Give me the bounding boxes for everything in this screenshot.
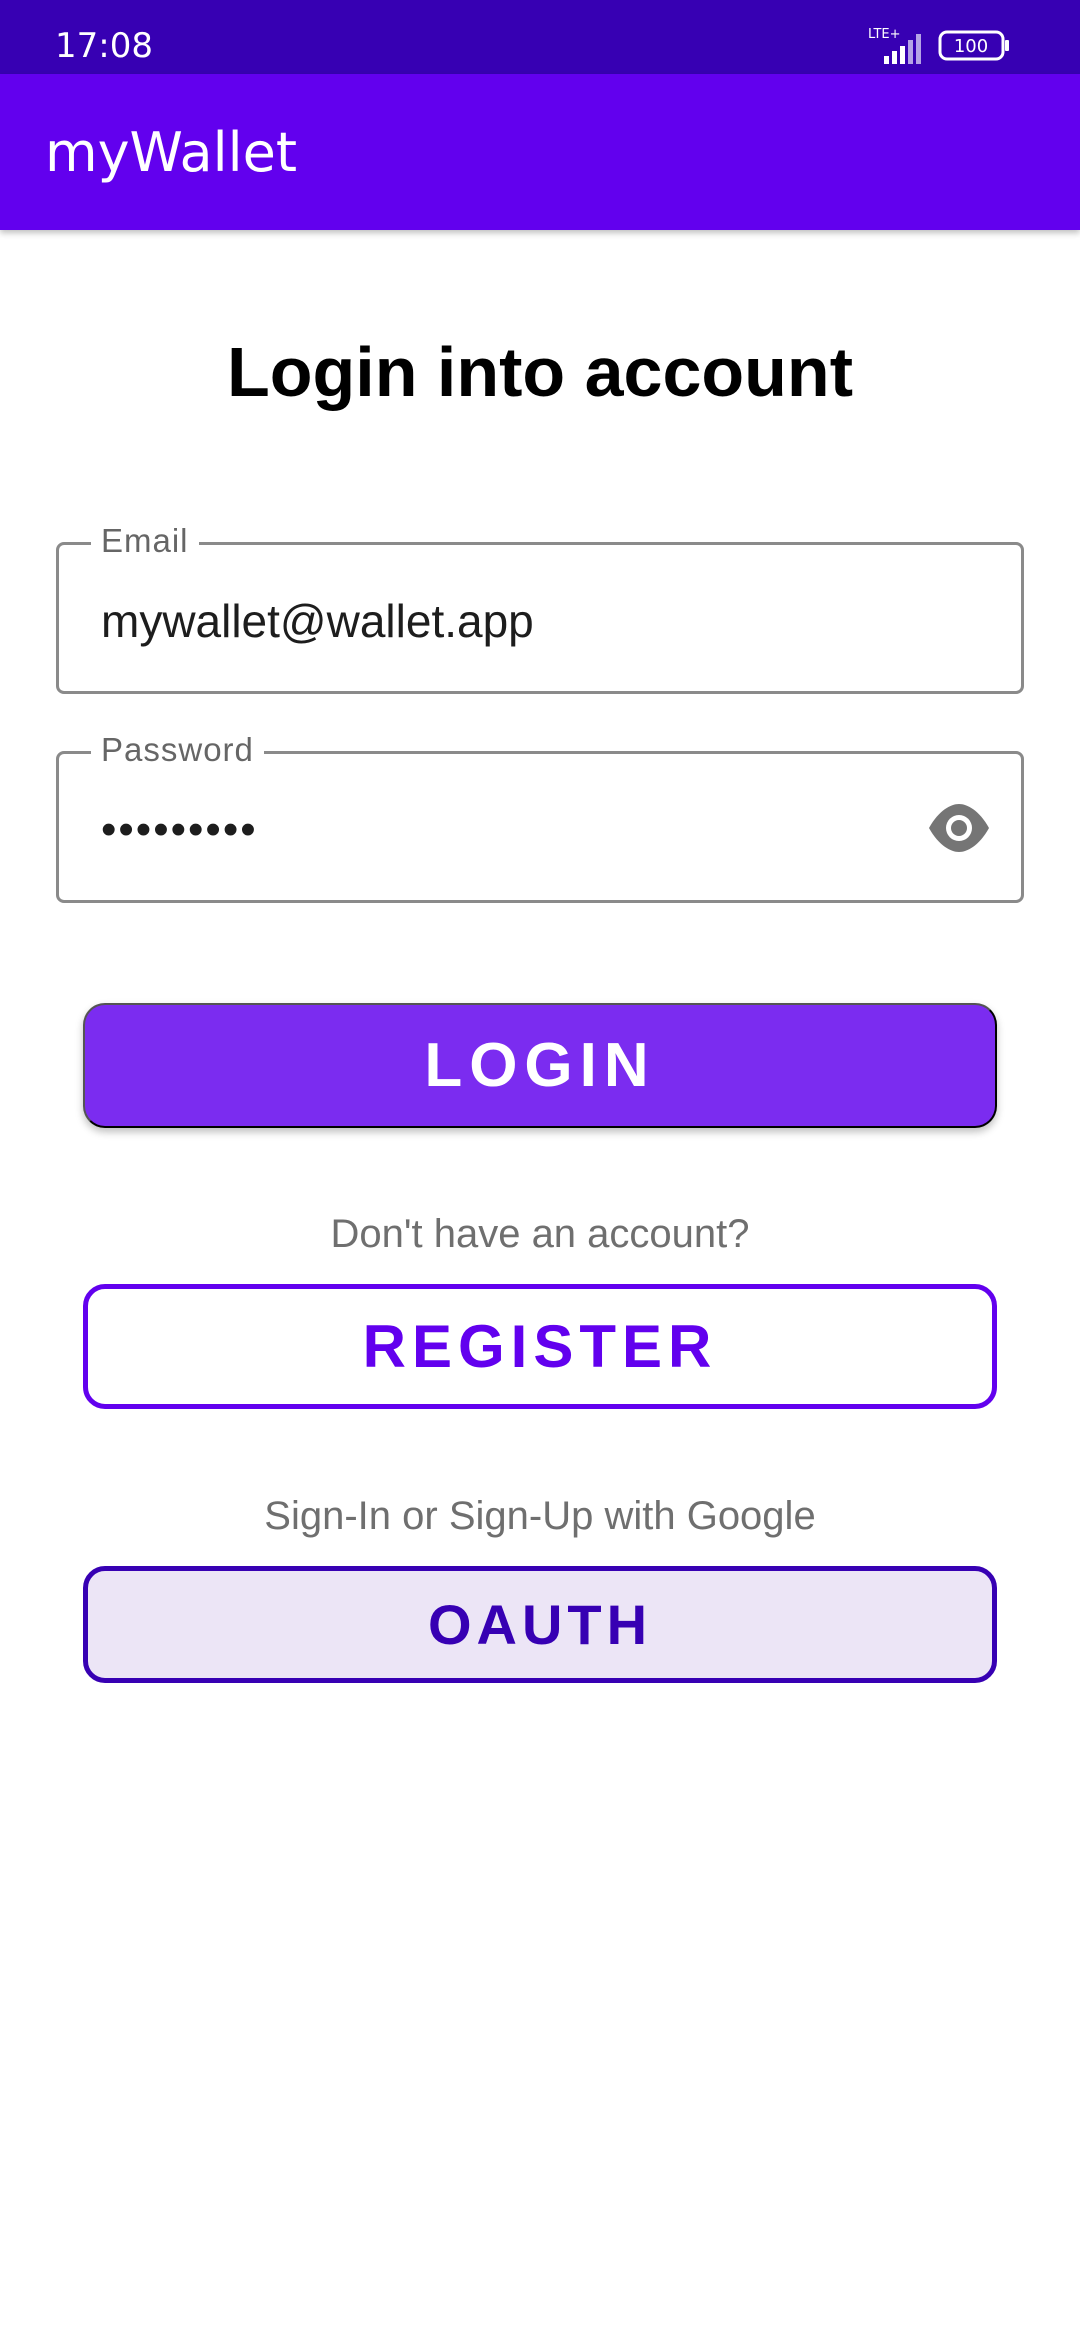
eye-icon[interactable] — [927, 800, 991, 856]
password-field[interactable]: Password ••••••••• — [56, 728, 1024, 903]
email-input[interactable]: mywallet@wallet.app — [101, 594, 534, 648]
password-input[interactable]: ••••••••• — [101, 803, 258, 857]
oauth-button[interactable]: OAUTH — [83, 1566, 997, 1683]
email-label: Email — [91, 519, 199, 563]
battery-icon: 100 — [954, 36, 988, 57]
email-field[interactable]: Email mywallet@wallet.app — [56, 519, 1024, 694]
status-time: 17:08 — [55, 26, 153, 66]
register-button[interactable]: REGISTER — [83, 1284, 997, 1409]
signal-icon: LTE+ 100 — [868, 27, 1009, 64]
register-hint: Don't have an account? — [330, 1212, 750, 1256]
lte-icon: LTE+ — [868, 27, 901, 42]
app-bar: myWallet — [0, 74, 1080, 230]
status-icons: LTE+ 100 — [860, 26, 1020, 66]
page-title: Login into account — [226, 333, 854, 411]
password-label: Password — [91, 728, 264, 772]
status-bar: 17:08 LTE+ 100 — [0, 0, 1080, 74]
login-button[interactable]: LOGIN — [83, 1003, 997, 1128]
google-hint: Sign-In or Sign-Up with Google — [264, 1494, 816, 1538]
app-title: myWallet — [45, 121, 297, 184]
